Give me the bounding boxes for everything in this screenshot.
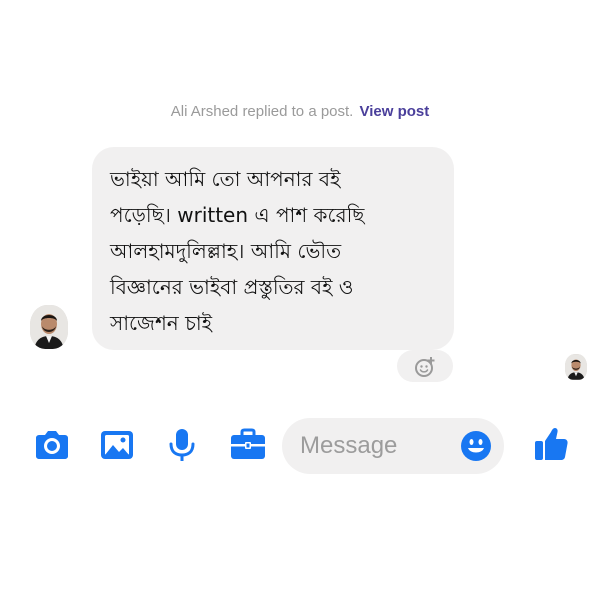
apps-button[interactable] [228, 425, 268, 465]
sender-avatar[interactable] [30, 305, 68, 349]
voice-button[interactable] [162, 425, 202, 465]
message-input[interactable] [300, 430, 450, 462]
message-bubble[interactable]: ভাইয়া আমি তো আপনার বই পড়েছি। written এ… [92, 147, 454, 350]
camera-icon [36, 431, 68, 459]
add-reaction-icon [415, 357, 435, 377]
like-button[interactable] [531, 424, 571, 464]
sender-avatar-image [30, 305, 68, 349]
emoji-button[interactable] [460, 430, 492, 462]
image-icon [101, 431, 133, 459]
like-icon [535, 428, 568, 460]
reply-notice: Ali Arshed replied to a post. View post [0, 103, 600, 120]
seen-avatar-image [565, 354, 587, 380]
seen-avatar [565, 354, 587, 380]
reply-notice-text: Ali Arshed replied to a post. [170, 103, 354, 120]
add-reaction-button[interactable] [397, 350, 453, 382]
gallery-button[interactable] [97, 425, 137, 465]
view-post-link[interactable]: View post [360, 103, 430, 120]
message-composer [282, 418, 504, 474]
emoji-icon [461, 431, 491, 461]
camera-button[interactable] [32, 425, 72, 465]
briefcase-icon [231, 428, 265, 459]
microphone-icon [169, 429, 195, 461]
